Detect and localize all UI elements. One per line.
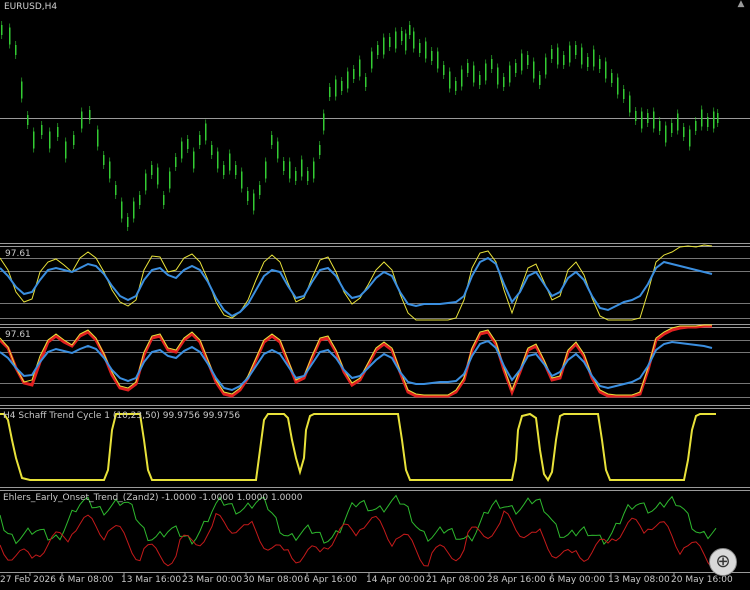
panel-3-title: H4 Schaff Trend Cycle 1 (10,23,50) 99.97… <box>3 411 241 421</box>
time-axis-label: 13 Mar 16:00 <box>121 575 182 585</box>
panel-1-level-label: 97.61 <box>5 249 31 259</box>
stoch-blue-line <box>0 256 713 318</box>
time-axis-label: 30 Mar 08:00 <box>243 575 304 585</box>
symbol-label: EURUSD,H4 <box>4 2 58 12</box>
zoom-in-button[interactable]: ⊕ <box>709 548 737 576</box>
time-axis-label: 6 Apr 16:00 <box>304 575 357 585</box>
schaff-trend-line <box>0 412 716 482</box>
price-candles <box>1 21 719 231</box>
time-axis-label: 14 Apr 00:00 <box>366 575 425 585</box>
time-axis-label: 20 May 16:00 <box>671 575 733 585</box>
time-axis-label: 28 Apr 16:00 <box>487 575 546 585</box>
scroll-up-arrow-icon[interactable]: ▲ <box>735 0 747 9</box>
time-axis-label: 27 Feb 2026 <box>0 575 57 585</box>
panel-2-level-label: 97.61 <box>5 330 31 340</box>
time-axis-label: 23 Mar 00:00 <box>182 575 243 585</box>
stoch-yellow-line-2 <box>0 324 712 396</box>
chart-window[interactable]: EURUSD,H4 ▲ 97.61 97.61 H4 Schaff Trend … <box>0 0 750 590</box>
time-axis-label: 13 May 08:00 <box>608 575 670 585</box>
panel-4-title: Ehlers_Early_Onset_Trend_(Zand2) -1.0000… <box>3 493 303 503</box>
zoom-in-icon: ⊕ <box>715 551 731 572</box>
time-axis-label: 21 Apr 08:00 <box>426 575 485 585</box>
time-axis-label: 6 Mar 08:00 <box>59 575 114 585</box>
time-axis-label: 6 May 00:00 <box>549 575 605 585</box>
